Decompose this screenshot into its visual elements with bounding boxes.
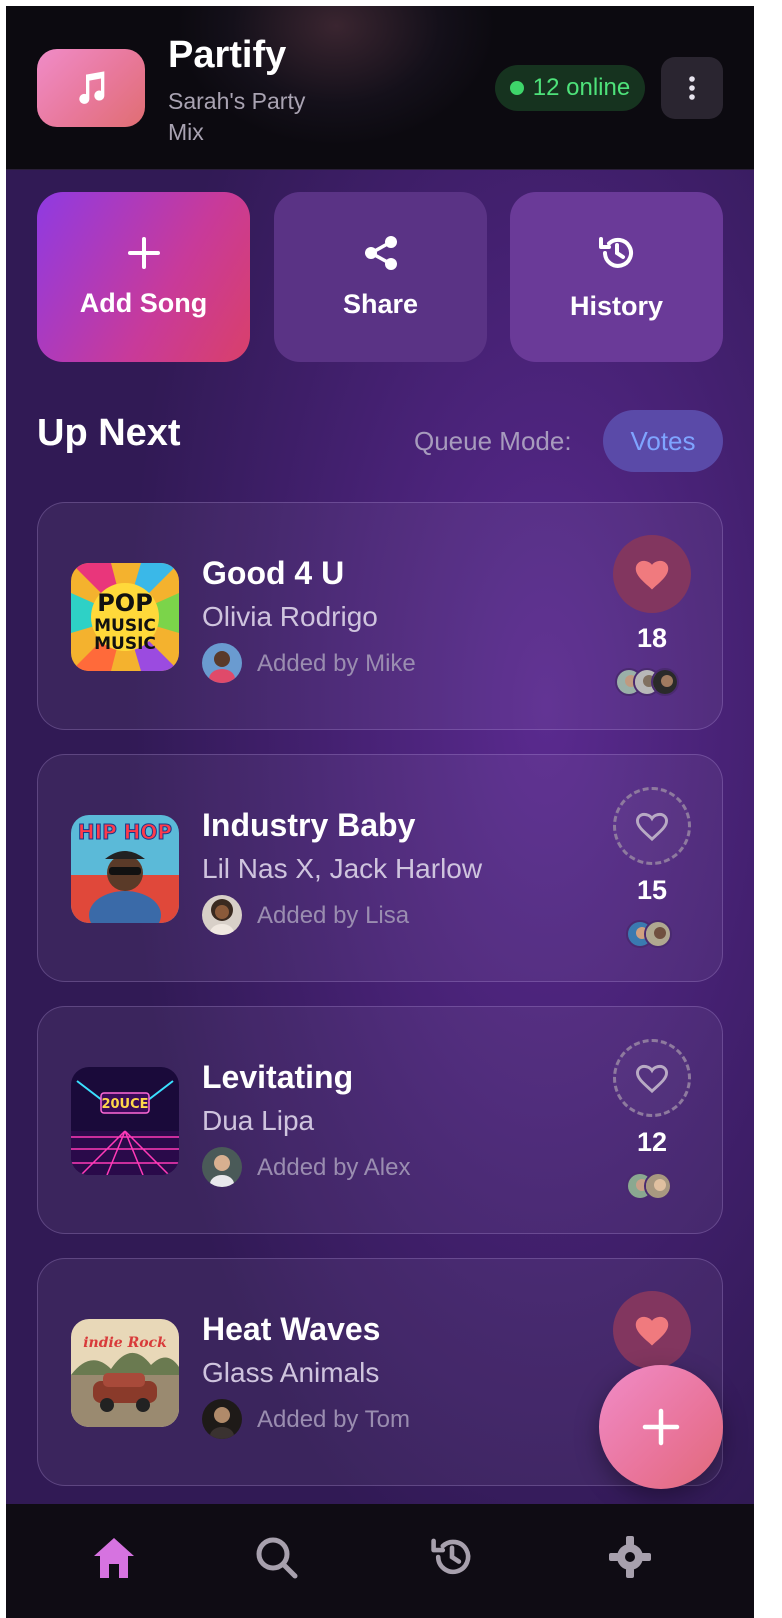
- app-root: Partify Sarah's Party Mix 12 online Add …: [6, 6, 754, 1618]
- plus-icon: [127, 236, 160, 269]
- up-next-heading: Up Next: [37, 412, 181, 454]
- online-count-badge: 12 online: [495, 65, 645, 111]
- more-menu-button[interactable]: [661, 57, 723, 119]
- add-song-button[interactable]: Add Song: [37, 192, 250, 362]
- album-cover: indie Rock: [71, 1319, 179, 1427]
- history-icon: [598, 236, 633, 268]
- vote-button[interactable]: [613, 1291, 691, 1369]
- album-cover: 20UCE: [71, 1067, 179, 1175]
- cover-text-music: MUSIC: [94, 616, 156, 636]
- added-by: Added by Lisa: [257, 902, 410, 929]
- avatar: [202, 895, 242, 935]
- share-label: Share: [342, 288, 419, 319]
- heart-filled-icon: [635, 560, 669, 590]
- gear-icon: [609, 1536, 651, 1578]
- vote-count: 18: [636, 623, 668, 653]
- hiphop-cover-art: HIP HOP: [71, 815, 179, 923]
- plus-icon: [642, 1408, 680, 1446]
- nav-search[interactable]: [246, 1534, 306, 1594]
- add-song-label: Add Song: [79, 287, 208, 318]
- cover-text-pop: POP: [97, 589, 153, 617]
- voter-avatars: [626, 1172, 672, 1200]
- vote-button[interactable]: [613, 787, 691, 865]
- song-artist: Olivia Rodrigo: [202, 601, 378, 632]
- avatar: [651, 668, 679, 696]
- history-button[interactable]: History: [510, 192, 723, 362]
- song-card: HIP HOP Industry Baby Lil Nas X, Jack Ha…: [37, 754, 723, 982]
- indie-rock-cover-art: indie Rock: [71, 1319, 179, 1427]
- song-artist: Lil Nas X, Jack Harlow: [202, 853, 483, 884]
- app-title: Partify: [168, 34, 287, 76]
- vote-count: 15: [636, 875, 668, 905]
- nav-settings[interactable]: [600, 1534, 660, 1594]
- song-card: 20UCE Levitating Dua Lipa Added by Alex …: [37, 1006, 723, 1234]
- app-header: Partify Sarah's Party Mix 12 online: [6, 6, 754, 170]
- share-icon: [364, 235, 397, 270]
- avatar: [202, 643, 242, 683]
- vote-button[interactable]: [613, 535, 691, 613]
- added-by: Added by Mike: [257, 650, 416, 677]
- history-icon: [431, 1538, 471, 1575]
- online-count: 12 online: [532, 74, 631, 101]
- music-note-icon: [79, 71, 105, 104]
- voter-avatars: [626, 920, 672, 948]
- cover-text-20uce: 20UCE: [101, 1097, 148, 1112]
- floating-add-button[interactable]: [599, 1365, 723, 1489]
- added-by: Added by Tom: [257, 1406, 410, 1433]
- heart-outline-icon: [635, 1064, 669, 1094]
- avatar: [644, 920, 672, 948]
- cover-text-hiphop: HIP HOP: [78, 820, 172, 844]
- pop-cover-art: POP MUSIC MUSIC: [71, 563, 179, 671]
- album-cover: HIP HOP: [71, 815, 179, 923]
- cover-text-music-2: MUSIC: [94, 634, 156, 654]
- avatar: [202, 1147, 242, 1187]
- song-title: Heat Waves: [202, 1311, 381, 1347]
- nav-history[interactable]: [422, 1534, 482, 1594]
- more-vertical-icon: [689, 76, 695, 100]
- bottom-nav: [6, 1504, 754, 1618]
- home-icon: [94, 1538, 134, 1578]
- queue-mode-label: Queue Mode:: [414, 426, 572, 456]
- nav-home[interactable]: [84, 1534, 144, 1594]
- song-title: Levitating: [202, 1059, 354, 1095]
- song-artist: Dua Lipa: [202, 1105, 315, 1136]
- added-by: Added by Alex: [257, 1154, 411, 1181]
- song-artist: Glass Animals: [202, 1357, 380, 1388]
- synthwave-cover-art: 20UCE: [71, 1067, 179, 1175]
- album-cover: POP MUSIC MUSIC: [71, 563, 179, 671]
- search-icon: [256, 1537, 298, 1579]
- online-status-dot: [509, 81, 524, 95]
- song-card: POP MUSIC MUSIC Good 4 U Olivia Rodrigo …: [37, 502, 723, 730]
- app-logo: [37, 49, 145, 127]
- history-label: History: [569, 290, 664, 321]
- vote-count: 12: [636, 1127, 668, 1157]
- heart-outline-icon: [635, 812, 669, 842]
- share-button[interactable]: Share: [274, 192, 487, 362]
- voter-avatars: [615, 668, 679, 696]
- queue-mode-toggle[interactable]: Votes: [603, 410, 723, 472]
- avatar: [644, 1172, 672, 1200]
- cover-text-indie-rock: indie Rock: [83, 1335, 167, 1351]
- song-title: Industry Baby: [202, 807, 416, 843]
- vote-button[interactable]: [613, 1039, 691, 1117]
- heart-filled-icon: [635, 1316, 669, 1346]
- song-title: Good 4 U: [202, 555, 345, 591]
- avatar: [202, 1399, 242, 1439]
- party-name: Sarah's Party Mix: [168, 88, 306, 145]
